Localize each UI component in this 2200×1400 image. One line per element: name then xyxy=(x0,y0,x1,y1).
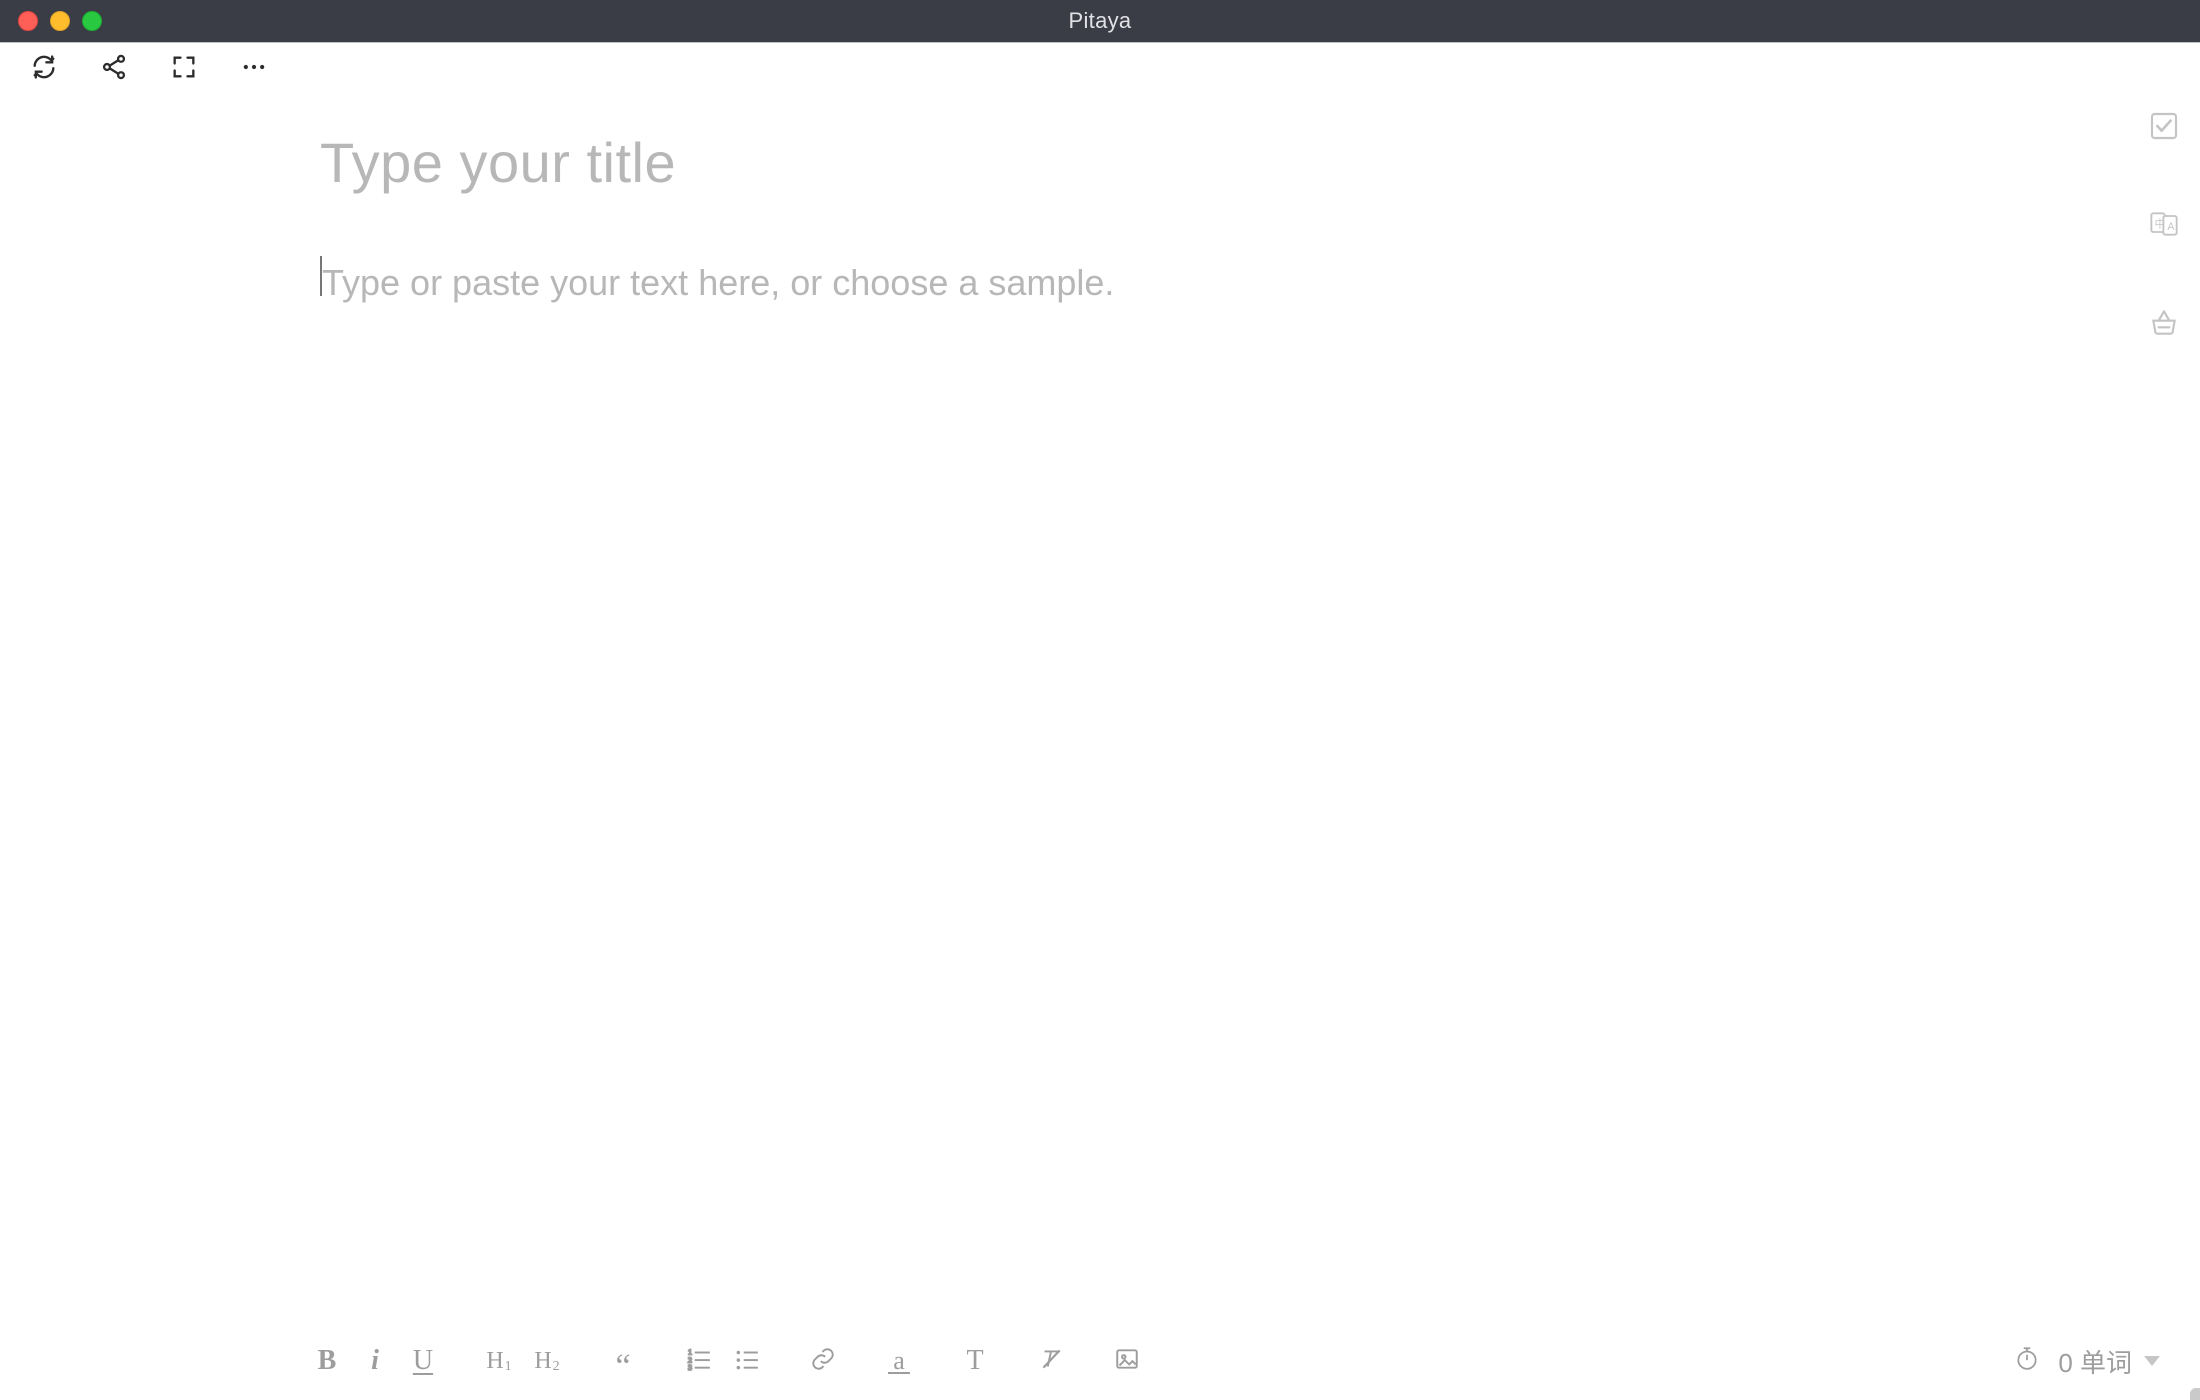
quote-icon: “ xyxy=(615,1350,630,1384)
svg-text:中: 中 xyxy=(2155,217,2166,230)
translate-button[interactable]: 中A xyxy=(2146,208,2182,244)
underline-icon: U xyxy=(413,1347,433,1375)
clear-group xyxy=(1034,1344,1068,1378)
list-group: 123 xyxy=(682,1344,764,1378)
insert-group xyxy=(1110,1344,1144,1378)
basket-icon xyxy=(2148,306,2180,343)
word-count-button[interactable]: 0 单词 xyxy=(2058,1343,2160,1380)
translate-icon: 中A xyxy=(2148,208,2180,245)
svg-text:A: A xyxy=(2167,221,2175,233)
italic-icon: i xyxy=(371,1347,379,1375)
link-icon xyxy=(810,1346,836,1377)
refresh-icon xyxy=(30,53,58,86)
scroll-corner xyxy=(2190,1388,2200,1400)
lettercase-button[interactable]: a xyxy=(882,1344,916,1378)
text-style-group: B i U xyxy=(310,1344,440,1378)
editor-area xyxy=(320,130,1940,1280)
image-button[interactable] xyxy=(1110,1344,1144,1378)
underline-button[interactable]: U xyxy=(406,1344,440,1378)
case-group: a xyxy=(882,1344,916,1378)
unordered-list-button[interactable] xyxy=(730,1344,764,1378)
lettercase-icon: a xyxy=(893,1348,905,1374)
italic-button[interactable]: i xyxy=(358,1344,392,1378)
svg-text:3: 3 xyxy=(688,1362,692,1371)
quote-group: “ xyxy=(606,1344,640,1378)
status-area: 0 单词 xyxy=(2014,1343,2160,1380)
side-panel: 中A xyxy=(2146,110,2182,342)
text-style-button[interactable]: T xyxy=(958,1344,992,1378)
format-toolbar: B i U H1 H2 “ 123 a T xyxy=(0,1322,2200,1400)
refresh-button[interactable] xyxy=(28,54,60,86)
stopwatch-icon xyxy=(2014,1345,2040,1378)
image-icon xyxy=(1114,1346,1140,1377)
blockquote-button[interactable]: “ xyxy=(606,1344,640,1378)
window-title: Pitaya xyxy=(0,8,2200,34)
h1-icon: H1 xyxy=(486,1348,511,1375)
expand-button[interactable] xyxy=(168,54,200,86)
grammar-check-button[interactable] xyxy=(2146,110,2182,146)
traffic-lights xyxy=(0,11,102,31)
minimize-window-button[interactable] xyxy=(50,11,70,31)
titlebar: Pitaya xyxy=(0,0,2200,42)
clear-format-icon xyxy=(1038,1346,1064,1377)
heading-group: H1 H2 xyxy=(482,1344,564,1378)
ordered-list-icon: 123 xyxy=(686,1346,712,1377)
unordered-list-icon xyxy=(734,1346,760,1377)
close-window-button[interactable] xyxy=(18,11,38,31)
share-icon xyxy=(100,53,128,86)
timer-button[interactable] xyxy=(2014,1344,2040,1378)
more-button[interactable] xyxy=(238,54,270,86)
h2-button[interactable]: H2 xyxy=(530,1344,564,1378)
ordered-list-button[interactable]: 123 xyxy=(682,1344,716,1378)
bold-button[interactable]: B xyxy=(310,1344,344,1378)
fullscreen-window-button[interactable] xyxy=(82,11,102,31)
share-button[interactable] xyxy=(98,54,130,86)
text-type-group: T xyxy=(958,1344,992,1378)
link-button[interactable] xyxy=(806,1344,840,1378)
link-group xyxy=(806,1344,840,1378)
h2-icon: H2 xyxy=(534,1348,559,1375)
h1-button[interactable]: H1 xyxy=(482,1344,516,1378)
basket-button[interactable] xyxy=(2146,306,2182,342)
chevron-down-icon xyxy=(2144,1356,2160,1366)
bold-icon: B xyxy=(318,1347,337,1375)
body-input[interactable] xyxy=(320,253,1940,313)
word-count-label: 0 单词 xyxy=(2058,1343,2132,1380)
title-input[interactable] xyxy=(320,130,1940,195)
clear-format-button[interactable] xyxy=(1034,1344,1068,1378)
text-icon: T xyxy=(966,1347,983,1375)
expand-icon xyxy=(170,53,198,86)
text-cursor xyxy=(320,256,322,296)
more-icon xyxy=(240,53,268,86)
top-toolbar xyxy=(0,42,2200,97)
check-icon xyxy=(2148,110,2180,147)
